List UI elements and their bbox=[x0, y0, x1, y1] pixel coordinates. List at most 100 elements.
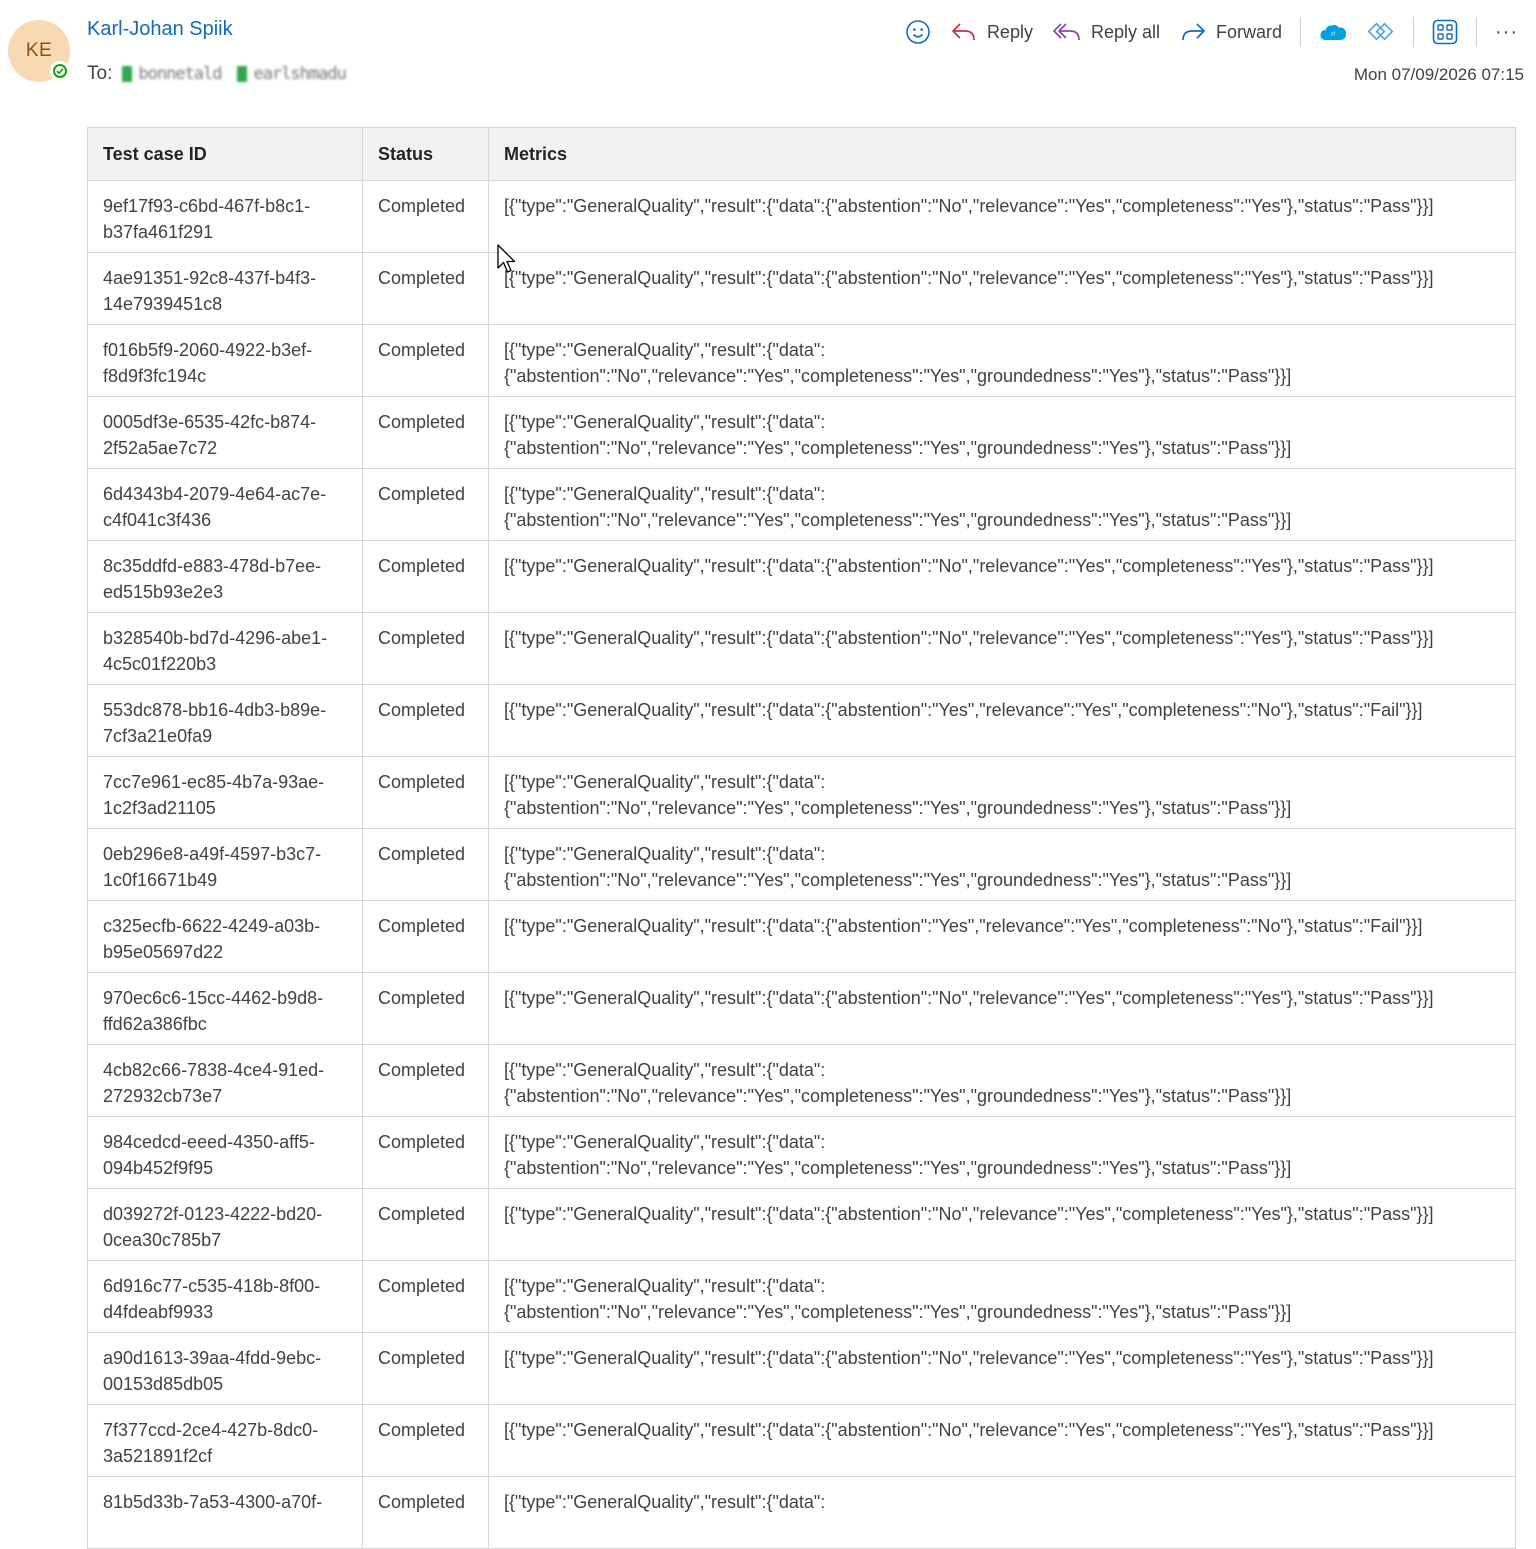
test-results-table: Test case ID Status Metrics 9ef17f93-c6b… bbox=[87, 127, 1516, 1549]
addin-diamond-button[interactable] bbox=[1357, 12, 1405, 52]
metrics-cell: [{"type":"GeneralQuality","result":{"dat… bbox=[488, 756, 1516, 829]
reply-all-button[interactable]: Reply all bbox=[1043, 12, 1170, 52]
status-cell: Completed bbox=[362, 828, 489, 901]
status-cell: Completed bbox=[362, 468, 489, 541]
table-row: d039272f-0123-4222-bd20-0cea30c785b7 Comp… bbox=[87, 1188, 1516, 1261]
table-row: 553dc878-bb16-4db3-b89e-7cf3a21e0fa9 Comp… bbox=[87, 684, 1516, 757]
smiley-icon bbox=[906, 20, 930, 44]
apps-grid-icon bbox=[1432, 19, 1458, 45]
table-row: 6d4343b4-2079-4e64-ac7e-c4f041c3f436 Comp… bbox=[87, 468, 1516, 541]
table-row: c325ecfb-6622-4249-a03b-b95e05697d22 Comp… bbox=[87, 900, 1516, 973]
test-case-id-cell: 984cedcd-eeed-4350-aff5-094b452f9f95 bbox=[87, 1116, 363, 1189]
metrics-cell: [{"type":"GeneralQuality","result":{"dat… bbox=[488, 1332, 1516, 1405]
test-case-id-cell: 7cc7e961-ec85-4b7a-93ae-1c2f3ad21105 bbox=[87, 756, 363, 829]
forward-button[interactable]: Forward bbox=[1170, 12, 1292, 52]
forward-icon bbox=[1182, 23, 1205, 41]
status-cell: Completed bbox=[362, 324, 489, 397]
table-row: 9ef17f93-c6bd-467f-b8c1-b37fa461f291 Comp… bbox=[87, 180, 1516, 253]
test-case-id-cell: 553dc878-bb16-4db3-b89e-7cf3a21e0fa9 bbox=[87, 684, 363, 757]
more-actions-button[interactable]: ··· bbox=[1485, 12, 1528, 52]
linked-diamonds-icon bbox=[1367, 22, 1394, 41]
metrics-cell: [{"type":"GeneralQuality","result":{"dat… bbox=[488, 1044, 1516, 1117]
metrics-cell: [{"type":"GeneralQuality","result":{"dat… bbox=[488, 612, 1516, 685]
table-row: 81b5d33b-7a53-4300-a70f- Completed [{"type… bbox=[87, 1476, 1516, 1549]
test-results-table-container: Test case ID Status Metrics 9ef17f93-c6b… bbox=[87, 127, 1516, 1549]
metrics-cell: [{"type":"GeneralQuality","result":{"dat… bbox=[488, 252, 1516, 325]
test-case-id-cell: c325ecfb-6622-4249-a03b-b95e05697d22 bbox=[87, 900, 363, 973]
toolbar-divider bbox=[1476, 17, 1478, 47]
table-row: 0eb296e8-a49f-4597-b3c7-1c0f16671b49 Comp… bbox=[87, 828, 1516, 901]
table-row: f016b5f9-2060-4922-b3ef-f8d9f3fc194c Comp… bbox=[87, 324, 1516, 397]
svg-text:sf: sf bbox=[1331, 32, 1336, 38]
recipient-1[interactable]: bonnetald bbox=[122, 64, 222, 84]
test-case-id-cell: 0eb296e8-a49f-4597-b3c7-1c0f16671b49 bbox=[87, 828, 363, 901]
metrics-cell: [{"type":"GeneralQuality","result":{"dat… bbox=[488, 1188, 1516, 1261]
test-case-id-cell: 81b5d33b-7a53-4300-a70f- bbox=[87, 1476, 363, 1549]
reply-all-icon bbox=[1053, 23, 1080, 41]
status-cell: Completed bbox=[362, 972, 489, 1045]
to-label: To: bbox=[87, 63, 113, 84]
test-case-id-cell: 9ef17f93-c6bd-467f-b8c1-b37fa461f291 bbox=[87, 180, 363, 253]
metrics-cell: [{"type":"GeneralQuality","result":{"dat… bbox=[488, 180, 1516, 253]
reply-button[interactable]: Reply bbox=[941, 12, 1043, 52]
test-case-id-cell: 970ec6c6-15cc-4462-b9d8-ffd62a386fbc bbox=[87, 972, 363, 1045]
column-header-test-case-id: Test case ID bbox=[87, 127, 363, 181]
metrics-cell: [{"type":"GeneralQuality","result":{"dat… bbox=[488, 1476, 1516, 1549]
toolbar-divider bbox=[1413, 17, 1415, 47]
status-cell: Completed bbox=[362, 1260, 489, 1333]
table-row: 970ec6c6-15cc-4462-b9d8-ffd62a386fbc Comp… bbox=[87, 972, 1516, 1045]
status-cell: Completed bbox=[362, 1188, 489, 1261]
salesforce-addin-button[interactable]: sf bbox=[1309, 12, 1357, 52]
metrics-cell: [{"type":"GeneralQuality","result":{"dat… bbox=[488, 468, 1516, 541]
presence-available-icon bbox=[50, 61, 70, 81]
table-header-row: Test case ID Status Metrics bbox=[87, 127, 1516, 181]
table-row: 8c35ddfd-e883-478d-b7ee-ed515b93e2e3 Comp… bbox=[87, 540, 1516, 613]
metrics-cell: [{"type":"GeneralQuality","result":{"dat… bbox=[488, 972, 1516, 1045]
status-cell: Completed bbox=[362, 1332, 489, 1405]
table-row: b328540b-bd7d-4296-abe1-4c5c01f220b3 Comp… bbox=[87, 612, 1516, 685]
column-header-metrics: Metrics bbox=[488, 127, 1516, 181]
status-cell: Completed bbox=[362, 252, 489, 325]
test-case-id-cell: 4ae91351-92c8-437f-b4f3-14e7939451c8 bbox=[87, 252, 363, 325]
status-cell: Completed bbox=[362, 1116, 489, 1189]
reply-all-label: Reply all bbox=[1090, 21, 1160, 42]
status-cell: Completed bbox=[362, 540, 489, 613]
test-case-id-cell: 8c35ddfd-e883-478d-b7ee-ed515b93e2e3 bbox=[87, 540, 363, 613]
avatar-initials: KE bbox=[25, 40, 53, 61]
test-case-id-cell: d039272f-0123-4222-bd20-0cea30c785b7 bbox=[87, 1188, 363, 1261]
status-cell: Completed bbox=[362, 612, 489, 685]
emoji-reaction-button[interactable] bbox=[895, 12, 941, 52]
metrics-cell: [{"type":"GeneralQuality","result":{"dat… bbox=[488, 1404, 1516, 1477]
recipient-2[interactable]: earlshmadu bbox=[237, 64, 347, 84]
test-case-id-cell: b328540b-bd7d-4296-abe1-4c5c01f220b3 bbox=[87, 612, 363, 685]
metrics-cell: [{"type":"GeneralQuality","result":{"dat… bbox=[488, 828, 1516, 901]
status-cell: Completed bbox=[362, 684, 489, 757]
sender-name[interactable]: Karl-Johan Spiik bbox=[87, 18, 233, 41]
column-header-status: Status bbox=[362, 127, 489, 181]
test-case-id-cell: 6d4343b4-2079-4e64-ac7e-c4f041c3f436 bbox=[87, 468, 363, 541]
test-case-id-cell: 4cb82c66-7838-4ce4-91ed-272932cb73e7 bbox=[87, 1044, 363, 1117]
status-cell: Completed bbox=[362, 1404, 489, 1477]
status-cell: Completed bbox=[362, 1476, 489, 1549]
reply-icon bbox=[952, 23, 975, 41]
metrics-cell: [{"type":"GeneralQuality","result":{"dat… bbox=[488, 1260, 1516, 1333]
status-cell: Completed bbox=[362, 1044, 489, 1117]
table-row: 984cedcd-eeed-4350-aff5-094b452f9f95 Comp… bbox=[87, 1116, 1516, 1189]
salesforce-cloud-icon: sf bbox=[1320, 25, 1347, 40]
test-case-id-cell: a90d1613-39aa-4fdd-9ebc-00153d85db05 bbox=[87, 1332, 363, 1405]
table-row: 4cb82c66-7838-4ce4-91ed-272932cb73e7 Comp… bbox=[87, 1044, 1516, 1117]
toolbar-divider bbox=[1300, 17, 1302, 47]
forward-label: Forward bbox=[1216, 21, 1283, 42]
metrics-cell: [{"type":"GeneralQuality","result":{"dat… bbox=[488, 324, 1516, 397]
metrics-cell: [{"type":"GeneralQuality","result":{"dat… bbox=[488, 396, 1516, 469]
table-row: a90d1613-39aa-4fdd-9ebc-00153d85db05 Comp… bbox=[87, 1332, 1516, 1405]
message-date: Mon 07/09/2026 07:15 bbox=[1353, 65, 1524, 84]
test-case-id-cell: f016b5f9-2060-4922-b3ef-f8d9f3fc194c bbox=[87, 324, 363, 397]
table-row: 6d916c77-c535-418b-8f00-d4fdeabf9933 Comp… bbox=[87, 1260, 1516, 1333]
recipients-row: To: bonnetald earlshmadu bbox=[87, 63, 362, 85]
status-cell: Completed bbox=[362, 396, 489, 469]
status-cell: Completed bbox=[362, 180, 489, 253]
table-row: 4ae91351-92c8-437f-b4f3-14e7939451c8 Comp… bbox=[87, 252, 1516, 325]
apps-button[interactable] bbox=[1422, 12, 1468, 52]
metrics-cell: [{"type":"GeneralQuality","result":{"dat… bbox=[488, 1116, 1516, 1189]
